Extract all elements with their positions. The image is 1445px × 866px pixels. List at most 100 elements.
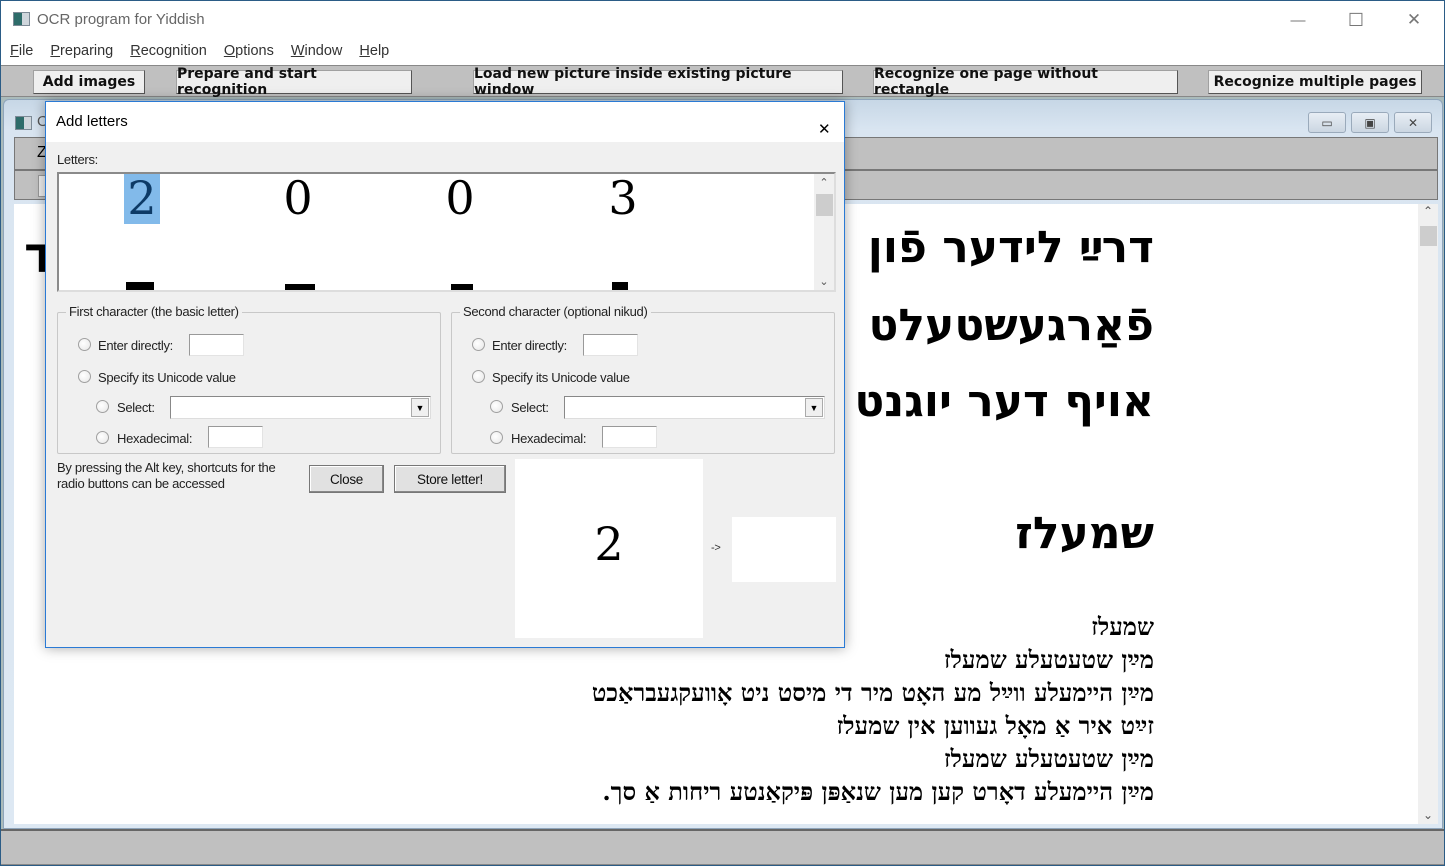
child-restore-button[interactable]: ▣ [1351, 112, 1389, 133]
menu-window[interactable]: Window [282, 39, 351, 65]
maximize-button[interactable]: ☐ [1327, 1, 1385, 39]
letter-item[interactable]: 0 [280, 174, 316, 224]
letter-item-selected[interactable]: 2 [124, 174, 160, 224]
menu-label: reparing [60, 43, 114, 59]
letters-list[interactable]: 2 0 0 3 ⌃ ⌄ [57, 172, 836, 292]
status-bar [1, 829, 1444, 865]
child-minimize-button[interactable]: ▭ [1308, 112, 1346, 133]
select-radio[interactable] [490, 400, 503, 413]
letter-item-partial[interactable] [126, 282, 154, 290]
add-letters-dialog: Add letters ✕ Letters: 2 0 0 3 ⌃ ⌄ First… [45, 101, 845, 648]
select-label: Select: [117, 400, 155, 415]
specify-unicode-radio[interactable] [472, 370, 485, 383]
toolbar: Add images Prepare and start recognition… [1, 65, 1444, 98]
scroll-thumb[interactable] [1420, 226, 1437, 246]
first-character-group: First character (the basic letter) Enter… [57, 304, 441, 454]
doc-line: שמעלז [1091, 612, 1154, 641]
doc-line: מײַן היימעלע ווײַל מע האָט מיר די מיסט נ… [591, 678, 1154, 707]
enter-directly-radio[interactable] [78, 338, 91, 351]
unicode-select-dropdown[interactable]: ▼ [170, 396, 431, 419]
menu-recognition[interactable]: Recognition [121, 39, 215, 65]
close-dialog-button[interactable]: Close [309, 465, 384, 493]
menu-accel: O [223, 43, 236, 59]
menu-help[interactable]: Help [350, 39, 397, 65]
close-icon: ✕ [1406, 10, 1422, 29]
enter-directly-label: Enter directly: [492, 338, 567, 353]
enter-directly-input[interactable] [189, 334, 244, 356]
menu-label: ile [18, 43, 34, 59]
menu-bar: File Preparing Recognition Options Windo… [1, 39, 1444, 65]
doc-line: זײַט איר אַ מאָל געווען אין שמעלז [836, 711, 1154, 740]
menu-preparing[interactable]: Preparing [41, 39, 121, 65]
hexadecimal-input[interactable] [602, 426, 657, 448]
hexadecimal-radio[interactable] [96, 431, 109, 444]
letter-item-partial[interactable] [451, 284, 473, 290]
dialog-title-bar: Add letters ✕ [46, 102, 844, 142]
menu-accel: W [290, 43, 305, 59]
specify-unicode-label: Specify its Unicode value [492, 370, 630, 385]
doc-line: דרײַ לידער פֿון [867, 222, 1154, 273]
menu-accel: R [130, 43, 141, 59]
menu-file[interactable]: File [1, 39, 41, 65]
menu-label: ecognition [140, 43, 207, 59]
dialog-close-button[interactable]: ✕ [808, 109, 834, 138]
dialog-title: Add letters [56, 113, 128, 130]
letter-item[interactable]: 0 [442, 174, 478, 224]
letter-preview: 2 [515, 459, 703, 638]
add-images-button[interactable]: Add images [33, 70, 145, 94]
letter-item-partial[interactable] [285, 284, 315, 290]
hexadecimal-input[interactable] [208, 426, 263, 448]
title-bar: OCR program for Yiddish — ☐ ✕ [1, 1, 1444, 39]
letter-item-partial[interactable] [612, 282, 628, 290]
doc-line: מײַן שטעטעלע שמעלז [943, 744, 1154, 773]
app-icon [13, 12, 30, 26]
enter-directly-input[interactable] [583, 334, 638, 356]
select-radio[interactable] [96, 400, 109, 413]
close-icon: ✕ [1407, 115, 1419, 130]
scroll-up-icon[interactable]: ⌃ [1418, 204, 1438, 218]
scroll-down-icon[interactable]: ⌄ [814, 275, 834, 288]
restore-icon: ▣ [1364, 115, 1376, 130]
group-title: First character (the basic letter) [66, 304, 242, 319]
group-title: Second character (optional nikud) [460, 304, 651, 319]
scroll-up-icon[interactable]: ⌃ [814, 176, 834, 189]
letter-item[interactable]: 3 [605, 174, 641, 224]
close-button[interactable]: ✕ [1385, 1, 1443, 39]
chevron-down-icon[interactable]: ▼ [805, 398, 823, 417]
scroll-thumb[interactable] [816, 194, 833, 216]
menu-options[interactable]: Options [215, 39, 282, 65]
minimize-icon: ▭ [1321, 115, 1333, 130]
child-window-icon [15, 116, 32, 130]
menu-accel: H [359, 43, 370, 59]
letters-scrollbar[interactable]: ⌃ ⌄ [814, 174, 834, 290]
unicode-select-dropdown[interactable]: ▼ [564, 396, 825, 419]
document-scrollbar[interactable]: ⌃ ⌄ [1418, 204, 1438, 824]
close-icon: ✕ [818, 121, 831, 138]
doc-heading: שמעלז [1015, 508, 1154, 559]
alt-key-hint: By pressing the Alt key, shortcuts for t… [57, 460, 276, 491]
load-new-picture-button[interactable]: Load new picture inside existing picture… [473, 66, 843, 98]
hexadecimal-radio[interactable] [490, 431, 503, 444]
doc-line: אויף דער יוגנט [854, 376, 1154, 427]
letters-label: Letters: [57, 152, 98, 167]
enter-directly-radio[interactable] [472, 338, 485, 351]
specify-unicode-radio[interactable] [78, 370, 91, 383]
child-close-button[interactable]: ✕ [1394, 112, 1432, 133]
recognize-one-page-button[interactable]: Recognize one page without rectangle [873, 66, 1178, 98]
app-window: OCR program for Yiddish — ☐ ✕ File Prepa… [0, 0, 1445, 866]
menu-label: ptions [235, 43, 274, 59]
menu-label: elp [369, 43, 390, 59]
prepare-start-recognition-button[interactable]: Prepare and start recognition [176, 66, 412, 98]
menu-accel: F [10, 43, 19, 59]
chevron-down-icon[interactable]: ▼ [411, 398, 429, 417]
scroll-down-icon[interactable]: ⌄ [1418, 808, 1438, 822]
enter-directly-label: Enter directly: [98, 338, 173, 353]
doc-line: פֿאַרגעשטעלט [868, 300, 1154, 351]
doc-line: מײַן שטעטעלע שמעלז [943, 645, 1154, 674]
menu-accel: P [50, 43, 61, 59]
hexadecimal-label: Hexadecimal: [511, 431, 587, 446]
minimize-button[interactable]: — [1269, 1, 1327, 39]
store-letter-button[interactable]: Store letter! [394, 465, 506, 493]
recognize-multiple-pages-button[interactable]: Recognize multiple pages [1208, 70, 1422, 94]
result-preview [732, 517, 836, 582]
